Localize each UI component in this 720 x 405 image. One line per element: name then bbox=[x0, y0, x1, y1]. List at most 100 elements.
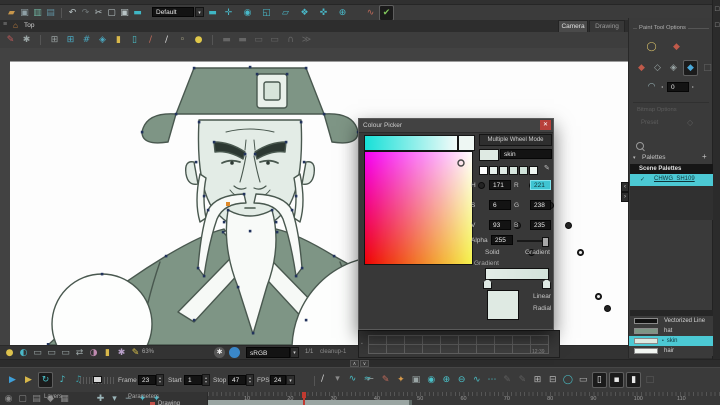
dock-icon[interactable]: ▫ bbox=[711, 2, 720, 16]
add-drawing-icon[interactable]: ⊕ bbox=[440, 373, 453, 387]
frame-spinner[interactable]: ▴ ▾ bbox=[156, 374, 164, 386]
palette-list-area[interactable] bbox=[630, 186, 713, 220]
swatch-cell[interactable] bbox=[489, 166, 498, 175]
camera-mask-icon[interactable]: ◈ bbox=[96, 33, 109, 47]
gradient-bar[interactable] bbox=[485, 268, 549, 280]
swatch-cell[interactable] bbox=[479, 166, 488, 175]
curve-editor-icon[interactable]: ∿ bbox=[364, 6, 377, 20]
palette-search-icon[interactable] bbox=[636, 142, 644, 150]
tool-preset-dropdown[interactable]: Default bbox=[152, 7, 194, 17]
light-table-icon[interactable]: ● bbox=[192, 33, 205, 47]
color-space-globe-icon[interactable] bbox=[229, 347, 240, 358]
render-play-icon[interactable]: ▶ bbox=[22, 373, 35, 387]
hook-icon[interactable]: ⌐ bbox=[364, 373, 377, 387]
splitter-down-button[interactable]: ∨ bbox=[360, 360, 369, 367]
outline-mode-icon[interactable]: / bbox=[144, 33, 157, 47]
frame-view-icon[interactable]: ▭ bbox=[577, 373, 590, 387]
stop-spinner[interactable]: ▴ ▾ bbox=[246, 374, 254, 386]
gradient-stop-left[interactable] bbox=[483, 279, 492, 289]
pencil-editor-icon[interactable]: ✎ bbox=[379, 373, 392, 387]
alpha-field[interactable]: 255 bbox=[491, 235, 513, 245]
close-gap-field[interactable]: 0 bbox=[667, 82, 689, 92]
brush-mode-icon[interactable]: ✎ bbox=[4, 33, 17, 47]
colour-square[interactable] bbox=[364, 151, 473, 265]
swatch-cell[interactable] bbox=[519, 166, 528, 175]
close-gap-icon[interactable]: ◉ bbox=[425, 373, 438, 387]
substitution-cell[interactable] bbox=[439, 343, 459, 354]
substitution-cell[interactable] bbox=[367, 343, 387, 354]
deselect-icon[interactable]: ▬ bbox=[131, 6, 144, 20]
substitution-cells[interactable] bbox=[367, 334, 549, 354]
undo-icon[interactable]: ↶ bbox=[66, 6, 79, 20]
next-frame-icon[interactable]: ▭ bbox=[59, 346, 72, 360]
panel-collapse-left-button[interactable]: ‹ bbox=[621, 182, 629, 192]
substitution-handle-icon[interactable]: ▪ bbox=[361, 341, 363, 347]
list-icon[interactable]: ▤ bbox=[30, 392, 43, 405]
repaint-mode-icon[interactable]: ◇ bbox=[651, 61, 664, 75]
tool-preset-icon[interactable]: ▬ bbox=[206, 6, 219, 20]
b-field[interactable]: 235 bbox=[530, 220, 551, 230]
b-radio[interactable] bbox=[564, 222, 572, 229]
remove-keyframe-icon[interactable]: ⊟ bbox=[546, 373, 559, 387]
flip-icon[interactable]: ⇄ bbox=[73, 346, 86, 360]
g-field[interactable]: 238 bbox=[530, 200, 551, 210]
timeline-playhead[interactable] bbox=[302, 392, 307, 405]
substitution-cell[interactable] bbox=[385, 343, 405, 354]
loop-icon[interactable]: ↻ bbox=[38, 372, 53, 388]
edit-swatch-pencil-icon[interactable]: ✎ bbox=[544, 164, 550, 172]
safe-area-icon[interactable]: # bbox=[80, 33, 93, 47]
add-layer-icon[interactable]: ✚ bbox=[94, 392, 107, 405]
light-table-icon[interactable]: ● bbox=[3, 346, 16, 360]
pencil-lines-icon[interactable]: / bbox=[160, 33, 173, 47]
dialog-close-button[interactable]: ✕ bbox=[540, 120, 551, 130]
start-spinner[interactable]: ▴ ▾ bbox=[202, 374, 210, 386]
dialog-titlebar[interactable]: Colour Picker ✕ bbox=[359, 119, 553, 133]
alpha-slider-handle[interactable] bbox=[542, 237, 549, 247]
prev-frame-icon[interactable]: ▭ bbox=[31, 346, 44, 360]
sound-toggle-icon[interactable]: ◉ bbox=[2, 392, 15, 405]
backlight-icon[interactable]: ◦ bbox=[176, 33, 189, 47]
palette-preview-icon[interactable]: ✱ bbox=[115, 346, 128, 360]
fps-dropdown-arrow[interactable]: ▾ bbox=[286, 375, 295, 385]
color-space-dropdown[interactable]: sRGB bbox=[246, 347, 290, 358]
workspace-tab-label[interactable]: Top bbox=[24, 22, 34, 29]
color-space-dropdown-arrow[interactable]: ▾ bbox=[290, 347, 299, 358]
multiple-wheel-mode-button[interactable]: Multiple Wheel Mode bbox=[479, 134, 552, 146]
palette-name[interactable]: CHWG_SH109 bbox=[654, 176, 695, 182]
copy-icon[interactable]: ▢ bbox=[105, 6, 118, 20]
spline-offset-icon[interactable]: ⊕ bbox=[336, 6, 349, 20]
onion-prev-icon[interactable]: ▬ bbox=[220, 33, 233, 47]
settings-gear-icon[interactable]: ✱ bbox=[20, 33, 33, 47]
marquee-mode-icon[interactable]: □ bbox=[701, 61, 714, 75]
unpaint-mode-icon[interactable]: ◈ bbox=[667, 61, 680, 75]
skew-icon[interactable]: ▱ bbox=[279, 6, 292, 20]
pencil-dim-icon[interactable]: ✎ bbox=[501, 373, 514, 387]
fast-forward-icon[interactable]: ≫ bbox=[300, 33, 313, 47]
dim-box-icon[interactable]: □ bbox=[643, 373, 656, 387]
swatch-cell[interactable] bbox=[529, 166, 538, 175]
volume-slider-handle[interactable] bbox=[93, 376, 102, 383]
paint-unpainted-mode-icon[interactable]: ◆ bbox=[683, 60, 698, 76]
fps-field[interactable]: 24 bbox=[270, 375, 286, 385]
ellipse-tool-icon[interactable]: ◯ bbox=[561, 373, 574, 387]
substitution-cell[interactable] bbox=[475, 343, 495, 354]
reposition-pivot-icon[interactable]: ✜ bbox=[317, 6, 330, 20]
colour-row-hair[interactable]: hair bbox=[629, 346, 713, 356]
scale-icon[interactable]: ◱ bbox=[260, 6, 273, 20]
show-strokes-icon[interactable]: ▯ bbox=[591, 372, 607, 388]
substitution-cell[interactable] bbox=[403, 343, 423, 354]
swatch-cell[interactable] bbox=[499, 166, 508, 175]
line-tool-icon[interactable]: / bbox=[316, 372, 329, 386]
alpha-slider[interactable] bbox=[517, 237, 549, 247]
add-palette-button[interactable]: + bbox=[702, 152, 707, 161]
substitution-cell[interactable] bbox=[493, 343, 513, 354]
polyline-tool-icon[interactable]: ∿ bbox=[346, 372, 359, 386]
onion-next-icon[interactable]: ▬ bbox=[236, 33, 249, 47]
onion-marker-icon[interactable]: ∩ bbox=[284, 33, 297, 47]
draw-behind-icon[interactable]: ✎ bbox=[129, 346, 142, 360]
colour-row-skin-selected[interactable]: • skin bbox=[629, 336, 713, 346]
cut-icon[interactable]: ✂ bbox=[92, 6, 105, 20]
lasso-icon[interactable]: ◯ bbox=[645, 40, 658, 54]
play-icon[interactable]: ▶ bbox=[6, 373, 19, 387]
colour-name-field[interactable]: skin bbox=[500, 149, 552, 159]
